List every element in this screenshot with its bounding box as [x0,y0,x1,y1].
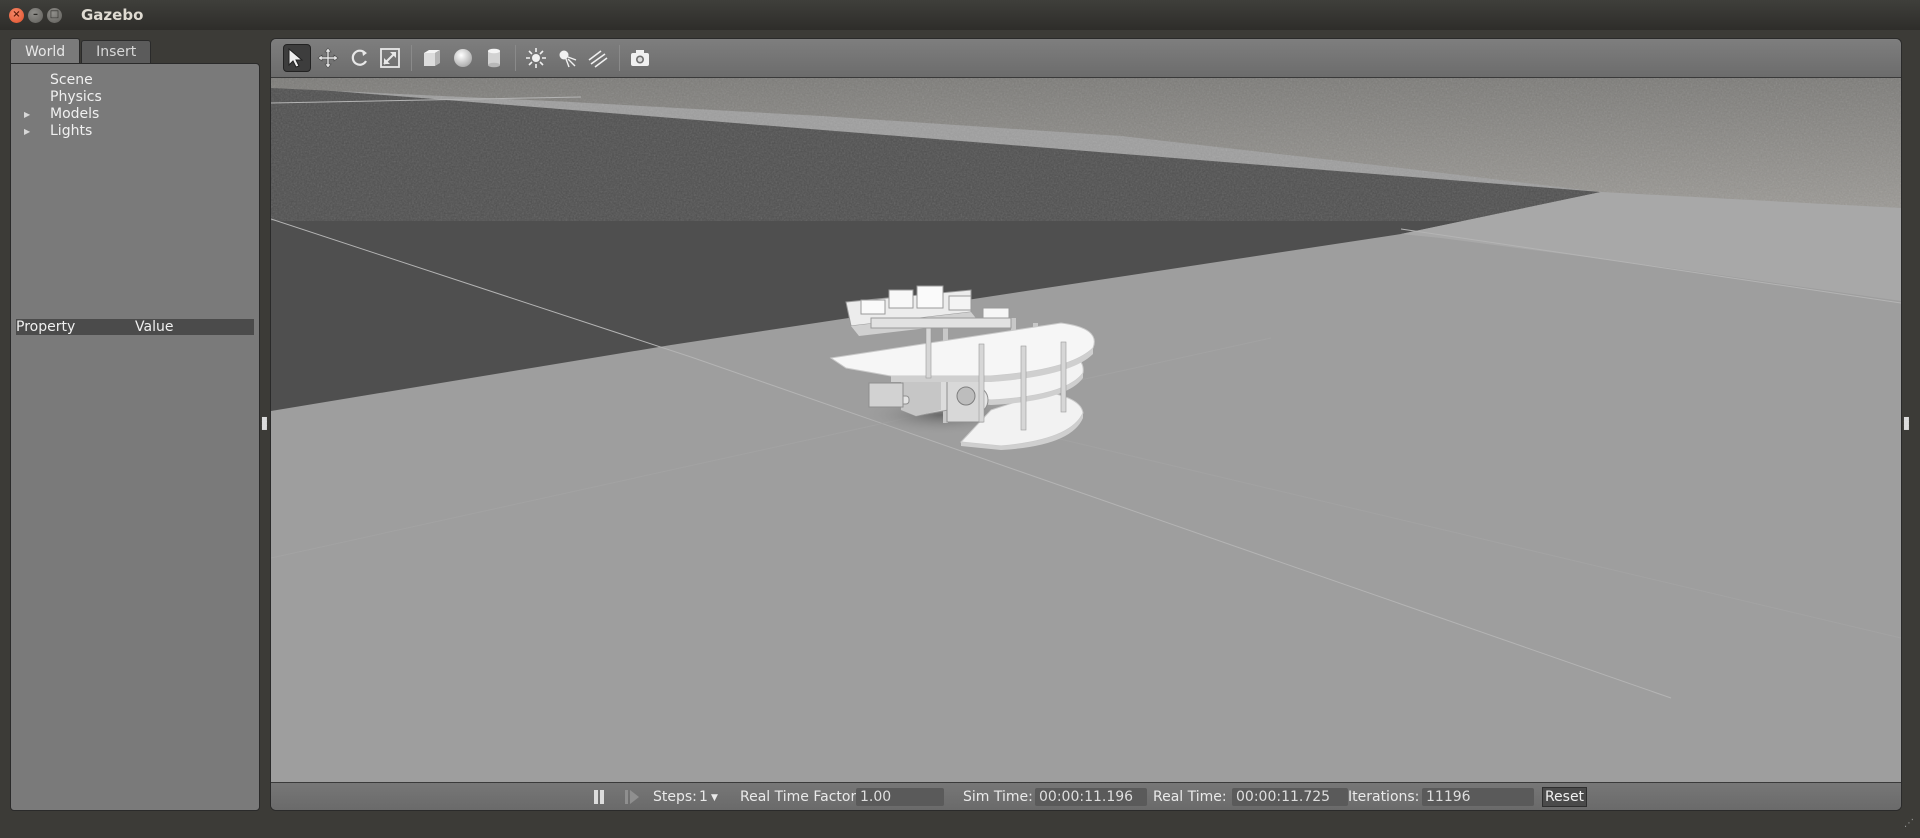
move-arrows-icon [317,47,339,69]
expand-arrow-icon[interactable]: ▶ [24,123,50,140]
toolbar-separator [619,45,620,71]
real-time-label: Real Time: [1153,789,1227,805]
world-panel: Scene Physics ▶ Models ▶ Lights Property… [10,63,260,811]
spot-light-icon [559,50,577,68]
step-forward-icon[interactable] [624,789,642,805]
title-bar: × – □ Gazebo [0,0,1920,30]
reset-button[interactable]: Reset [1542,787,1587,807]
select-mode-button[interactable] [283,44,311,72]
tree-item-models[interactable]: ▶ Models [24,106,102,123]
steps-dropdown-icon[interactable]: ▼ [711,793,718,803]
window-title: Gazebo [81,6,144,24]
box-icon [424,50,440,66]
toolbar-separator [515,45,516,71]
tree-item-lights[interactable]: ▶ Lights [24,123,102,140]
left-panel-tabs: World Insert [10,38,152,64]
spot-light-button[interactable] [553,44,581,72]
rotate-icon [351,49,367,66]
expand-arrow-icon[interactable]: ▶ [24,106,50,123]
toolbar-separator [411,45,412,71]
tree-item-physics[interactable]: Physics [24,89,102,106]
tree-item-label: Models [50,106,100,122]
right-splitter-handle[interactable]: ▪ ▪ ▪ [1903,415,1910,433]
pause-icon[interactable] [591,789,607,805]
value-column-header[interactable]: Value [135,319,254,335]
tree-item-label: Scene [50,72,93,88]
sim-time-label: Sim Time: [963,789,1033,805]
component [948,295,972,311]
component [916,285,944,309]
real-time-factor-field: 1.00 [856,788,944,806]
tab-world[interactable]: World [10,38,81,64]
tree-item-label: Physics [50,89,102,105]
camera-icon [631,50,649,66]
sphere-icon [454,49,472,67]
simulation-status-bar: Steps: 1 ▼ Real Time Factor: 1.00 Sim Ti… [271,782,1901,810]
component [860,299,886,315]
cylinder-shape-button[interactable] [480,44,508,72]
screenshot-button[interactable] [626,44,654,72]
directional-light-icon [588,50,608,68]
steps-value[interactable]: 1 [699,789,708,805]
iterations-label: Iterations: [1348,789,1420,805]
close-window-button[interactable]: × [9,7,24,23]
point-light-button[interactable] [522,44,550,72]
arrow-cursor-icon [288,47,304,68]
cylinder-icon [488,48,500,68]
tree-item-scene[interactable]: Scene [24,72,102,89]
property-column-header[interactable]: Property [16,319,135,335]
sim-time-field: 00:00:11.196 [1035,788,1147,806]
left-splitter-handle[interactable]: ▪ ▪ ▪ [261,415,268,433]
toolbar [271,39,1901,78]
3d-viewport[interactable] [271,78,1901,782]
minimize-window-button[interactable]: – [28,7,43,23]
steps-label: Steps: [653,789,697,805]
directional-light-button[interactable] [584,44,612,72]
box-shape-button[interactable] [418,44,446,72]
component [888,289,914,309]
real-time-field: 00:00:11.725 [1232,788,1348,806]
scale-mode-button[interactable] [376,44,404,72]
translate-mode-button[interactable] [314,44,342,72]
point-light-icon [526,48,546,68]
property-table-header: Property Value [16,319,254,335]
scale-icon [380,48,400,68]
maximize-window-button[interactable]: □ [47,7,62,23]
resize-grip-icon[interactable]: ⋰ [1904,818,1914,829]
tab-insert[interactable]: Insert [81,40,152,63]
world-tree: Scene Physics ▶ Models ▶ Lights [24,72,102,140]
iterations-field: 11196 [1422,788,1534,806]
tree-item-label: Lights [50,123,93,139]
sphere-shape-button[interactable] [449,44,477,72]
render-frame: Steps: 1 ▼ Real Time Factor: 1.00 Sim Ti… [270,38,1902,811]
real-time-factor-label: Real Time Factor: [740,789,861,805]
rotate-mode-button[interactable] [345,44,373,72]
